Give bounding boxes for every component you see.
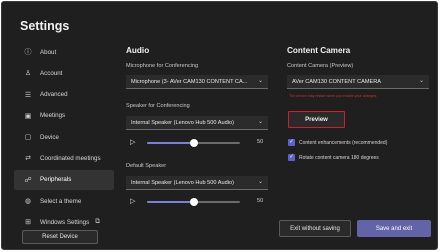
- sidebar-item-meetings[interactable]: ▣ Meetings: [14, 106, 114, 126]
- rotate-camera-label: Rotate content camera 180 degrees: [299, 154, 379, 161]
- meetings-icon: ▣: [24, 112, 32, 120]
- default-speaker-volume-slider[interactable]: [147, 198, 240, 206]
- play-test-icon[interactable]: ▷: [130, 197, 135, 205]
- sidebar-item-about[interactable]: ⓘ About: [14, 42, 114, 62]
- windows-icon: ⊞: [25, 219, 31, 227]
- settings-window: Settings ⓘ About ♙ Account ☰ Advanced ▣ …: [1, 1, 438, 250]
- peripherals-icon: ☍: [24, 176, 32, 184]
- default-speaker-volume-thumb[interactable]: [189, 198, 198, 206]
- chevron-down-icon: ⌄: [257, 179, 263, 185]
- sidebar-item-select-theme[interactable]: ◍ Select a theme: [14, 191, 114, 211]
- default-speaker-value: Internal Speaker (Lenovo Hub 500 Audio): [131, 179, 234, 186]
- play-test-icon[interactable]: ▷: [130, 138, 135, 146]
- sidebar-item-label: Account: [40, 69, 63, 77]
- sidebar: ⓘ About ♙ Account ☰ Advanced ▣ Meetings …: [14, 42, 114, 234]
- speaker-value: Internal Speaker (Lenovo Hub 500 Audio): [131, 119, 234, 126]
- speaker-volume-row: ▷ 50: [130, 138, 270, 148]
- content-camera-heading: Content Camera: [287, 46, 351, 55]
- content-camera-label: Content Camera (Preview): [287, 63, 354, 69]
- speaker-dropdown[interactable]: Internal Speaker (Lenovo Hub 500 Audio) …: [126, 116, 268, 130]
- preview-button[interactable]: Preview: [288, 111, 345, 128]
- speaker-volume-fill: [147, 142, 194, 144]
- sidebar-item-account[interactable]: ♙ Account: [14, 63, 114, 83]
- chevron-down-icon: ⌄: [418, 78, 424, 84]
- sidebar-item-label: Advanced: [40, 91, 68, 99]
- content-enhancements-label: Content enhancements (recommended): [299, 139, 388, 146]
- account-icon: ♙: [24, 70, 32, 78]
- exit-without-saving-button[interactable]: Exit without saving: [279, 220, 351, 237]
- chevron-down-icon: ⌄: [257, 78, 263, 84]
- sidebar-item-device[interactable]: ▢ Device: [14, 127, 114, 147]
- reset-device-button[interactable]: Reset Device: [22, 230, 98, 244]
- speaker-volume-thumb[interactable]: [189, 139, 198, 147]
- default-speaker-label: Default Speaker: [126, 163, 167, 169]
- microphone-value: Microphone (3- AVer CAM130 CONTENT CA...: [131, 78, 248, 85]
- external-link-icon: ⧉: [95, 218, 100, 226]
- sidebar-item-label: Select a theme: [40, 197, 82, 205]
- default-speaker-volume-fill: [147, 201, 194, 203]
- content-camera-value: AVer CAM130 CONTENT CAMERA: [292, 78, 382, 85]
- default-speaker-volume-row: ▷ 50: [130, 197, 270, 207]
- audio-heading: Audio: [126, 46, 150, 55]
- device-icon: ▢: [24, 134, 32, 142]
- default-speaker-volume-value: 50: [257, 198, 264, 204]
- rotate-camera-option[interactable]: ✓ Rotate content camera 180 degrees: [288, 154, 379, 161]
- info-icon: ⓘ: [24, 49, 32, 56]
- sidebar-item-label: About: [40, 48, 57, 56]
- sidebar-item-label: Coordinated meetings: [40, 154, 101, 162]
- restart-warning: The device may restart when you enable y…: [289, 94, 378, 98]
- advanced-icon: ☰: [24, 91, 32, 99]
- sidebar-item-label: Meetings: [40, 112, 66, 120]
- speaker-volume-value: 50: [257, 139, 264, 145]
- chevron-down-icon: ⌄: [257, 119, 263, 125]
- checkbox-checked-icon[interactable]: ✓: [288, 139, 295, 146]
- content-enhancements-option[interactable]: ✓ Content enhancements (recommended): [288, 139, 387, 146]
- microphone-dropdown[interactable]: Microphone (3- AVer CAM130 CONTENT CA...…: [126, 75, 268, 89]
- microphone-label: Microphone for Conferencing: [126, 63, 199, 69]
- page-title: Settings: [20, 19, 70, 33]
- coordinated-icon: ⇄: [25, 155, 31, 163]
- speaker-volume-slider[interactable]: [147, 139, 240, 147]
- theme-icon: ◍: [24, 198, 32, 206]
- sidebar-item-label: Peripherals: [40, 176, 72, 184]
- sidebar-item-advanced[interactable]: ☰ Advanced: [14, 85, 114, 105]
- save-and-exit-button[interactable]: Save and exit: [357, 220, 431, 237]
- sidebar-item-label: Device: [40, 133, 59, 141]
- sidebar-item-label: Windows Settings: [40, 218, 90, 226]
- content-camera-dropdown[interactable]: AVer CAM130 CONTENT CAMERA ⌄: [287, 75, 429, 89]
- sidebar-item-coordinated-meetings[interactable]: ⇄ Coordinated meetings: [14, 148, 114, 168]
- speaker-label: Speaker for Conferencing: [126, 103, 190, 109]
- checkbox-checked-icon[interactable]: ✓: [288, 154, 295, 161]
- sidebar-item-peripherals[interactable]: ☍ Peripherals: [14, 169, 114, 190]
- default-speaker-dropdown[interactable]: Internal Speaker (Lenovo Hub 500 Audio) …: [126, 176, 268, 190]
